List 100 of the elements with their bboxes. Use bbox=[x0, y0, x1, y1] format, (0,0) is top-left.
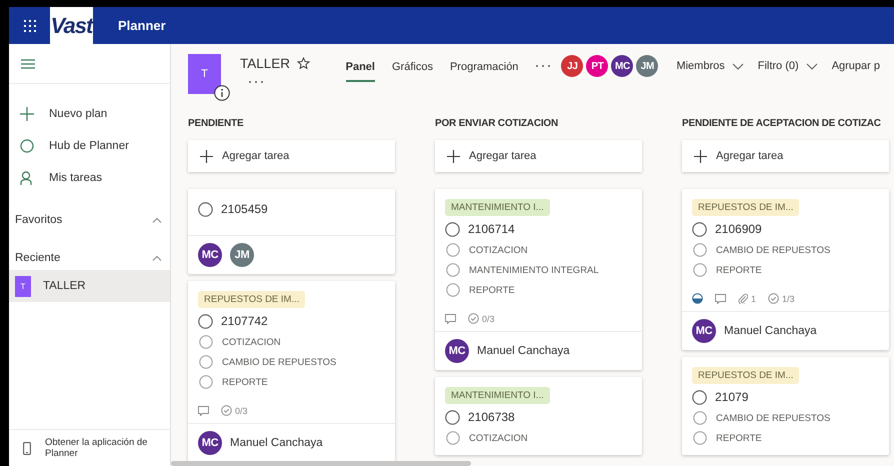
task-title: 2105459 bbox=[221, 202, 268, 216]
section-header[interactable]: Favoritos bbox=[15, 214, 62, 226]
chevron-down-icon bbox=[806, 62, 818, 70]
avatar[interactable]: MC bbox=[445, 339, 469, 363]
nav-item[interactable]: Nuevo plan bbox=[49, 108, 108, 120]
checklist-item: CAMBIO DE REPUESTOS bbox=[716, 412, 830, 424]
more-options-icon[interactable] bbox=[248, 80, 264, 84]
checklist-count: 0/3 bbox=[235, 406, 248, 416]
task-title: 2106909 bbox=[715, 222, 762, 236]
assignee-name: Manuel Canchaya bbox=[724, 325, 817, 337]
task-title: 2106714 bbox=[468, 222, 515, 236]
info-icon[interactable] bbox=[214, 85, 230, 101]
checklist-item: REPORTE bbox=[222, 376, 268, 388]
assignee-name: Manuel Canchaya bbox=[477, 345, 570, 357]
add-task-button[interactable]: Agregar tarea bbox=[188, 140, 395, 172]
app-title: Planner bbox=[118, 18, 166, 33]
scrollbar[interactable] bbox=[171, 461, 471, 466]
chevron-up-icon[interactable] bbox=[152, 255, 162, 261]
checkbox-circle-icon[interactable] bbox=[446, 243, 460, 257]
tab[interactable]: Gráficos bbox=[392, 58, 433, 82]
person-icon bbox=[20, 171, 32, 185]
checklist-item: CAMBIO DE REPUESTOS bbox=[716, 244, 830, 256]
checklist-item: COTIZACION bbox=[469, 244, 528, 256]
checkbox-circle-icon[interactable] bbox=[445, 222, 460, 236]
task-label: MANTENIMIENTO I... bbox=[445, 387, 550, 404]
avatar[interactable]: PT bbox=[586, 55, 608, 77]
column-title: PENDIENTE bbox=[188, 117, 244, 131]
nav-item[interactable]: Hub de Planner bbox=[49, 140, 129, 152]
column-title: PENDIENTE DE ACEPTACION DE COTIZAC bbox=[682, 117, 881, 131]
task-label: REPUESTOS DE IM... bbox=[198, 291, 306, 308]
add-task-button[interactable]: Agregar tarea bbox=[682, 140, 889, 172]
checklist-item: REPORTE bbox=[716, 432, 762, 444]
checkbox-circle-icon[interactable] bbox=[693, 431, 707, 445]
get-app-link[interactable]: Obtener la aplicación de Planner bbox=[45, 437, 170, 459]
tab[interactable]: Programación bbox=[450, 58, 518, 82]
plus-icon bbox=[200, 150, 213, 162]
checkbox-circle-icon[interactable] bbox=[199, 355, 213, 369]
checkbox-circle-icon[interactable] bbox=[198, 202, 213, 216]
checkbox-circle-icon[interactable] bbox=[199, 375, 213, 389]
plan-icon[interactable]: T bbox=[188, 54, 221, 94]
app-launcher-icon[interactable] bbox=[24, 20, 36, 32]
avatar[interactable]: JM bbox=[636, 55, 658, 77]
checklist-icon bbox=[768, 293, 780, 304]
logo[interactable]: Vast bbox=[50, 7, 93, 44]
checklist-count: 0/3 bbox=[482, 314, 495, 324]
more-tabs-icon[interactable] bbox=[535, 64, 552, 68]
progress-icon[interactable] bbox=[692, 293, 703, 304]
plus-icon bbox=[20, 107, 34, 121]
star-icon[interactable] bbox=[297, 57, 310, 70]
avatar[interactable]: MC bbox=[692, 319, 716, 343]
assignee-name: Manuel Canchaya bbox=[230, 437, 323, 449]
checkbox-circle-icon[interactable] bbox=[199, 335, 213, 349]
task-title: 21079 bbox=[715, 390, 748, 404]
task-label: MANTENIMIENTO I... bbox=[445, 199, 550, 216]
plus-icon bbox=[694, 150, 707, 162]
circle-icon bbox=[20, 139, 34, 153]
attachment-count: 1 bbox=[751, 294, 756, 304]
checkbox-circle-icon[interactable] bbox=[446, 431, 460, 445]
avatar[interactable]: JJ bbox=[561, 55, 584, 77]
task-title: 2106738 bbox=[468, 410, 515, 424]
checkbox-circle-icon[interactable] bbox=[692, 222, 707, 236]
plan-icon: T bbox=[15, 276, 31, 296]
checkbox-circle-icon[interactable] bbox=[446, 263, 460, 277]
plan-title: TALLER bbox=[240, 56, 290, 71]
avatar[interactable]: MC bbox=[198, 431, 222, 455]
checklist-item: CAMBIO DE REPUESTOS bbox=[222, 356, 336, 368]
menu-icon[interactable] bbox=[21, 58, 35, 68]
checkbox-circle-icon[interactable] bbox=[693, 263, 707, 277]
add-task-button[interactable]: Agregar tarea bbox=[435, 140, 642, 172]
chevron-down-icon bbox=[732, 62, 744, 70]
plan-item[interactable]: T TALLER bbox=[9, 270, 170, 302]
checkbox-circle-icon[interactable] bbox=[692, 390, 707, 404]
paperclip-icon bbox=[738, 293, 748, 304]
checkbox-circle-icon[interactable] bbox=[693, 243, 707, 257]
checklist-count: 1/3 bbox=[782, 294, 795, 304]
toolbar-button[interactable]: Filtro (0) bbox=[758, 60, 818, 72]
chevron-up-icon[interactable] bbox=[152, 217, 162, 223]
avatar[interactable]: MC bbox=[611, 55, 634, 77]
checklist-item: COTIZACION bbox=[222, 336, 281, 348]
nav-item[interactable]: Mis tareas bbox=[49, 172, 102, 184]
checklist-item: REPORTE bbox=[469, 284, 515, 296]
plus-icon bbox=[447, 150, 460, 162]
checklist-icon bbox=[221, 405, 232, 416]
checkbox-circle-icon[interactable] bbox=[198, 314, 213, 328]
checkbox-circle-icon[interactable] bbox=[445, 410, 460, 424]
toolbar-button[interactable]: Miembros bbox=[676, 60, 744, 72]
phone-icon bbox=[23, 442, 31, 454]
avatar[interactable]: MC bbox=[198, 243, 222, 267]
checklist-item: REPORTE bbox=[716, 264, 762, 276]
checklist-icon bbox=[468, 313, 479, 324]
checkbox-circle-icon[interactable] bbox=[446, 283, 460, 297]
column-title: POR ENVIAR COTIZACION bbox=[435, 117, 558, 131]
tab[interactable]: Panel bbox=[346, 58, 375, 82]
avatar[interactable]: JM bbox=[230, 243, 254, 267]
task-label: REPUESTOS DE IM... bbox=[692, 367, 800, 384]
task-title: 2107742 bbox=[221, 314, 268, 328]
checklist-item: MANTENIMIENTO INTEGRAL bbox=[469, 264, 599, 276]
toolbar-button[interactable]: Agrupar p bbox=[832, 60, 880, 72]
section-header[interactable]: Reciente bbox=[15, 252, 60, 264]
checkbox-circle-icon[interactable] bbox=[693, 411, 707, 425]
